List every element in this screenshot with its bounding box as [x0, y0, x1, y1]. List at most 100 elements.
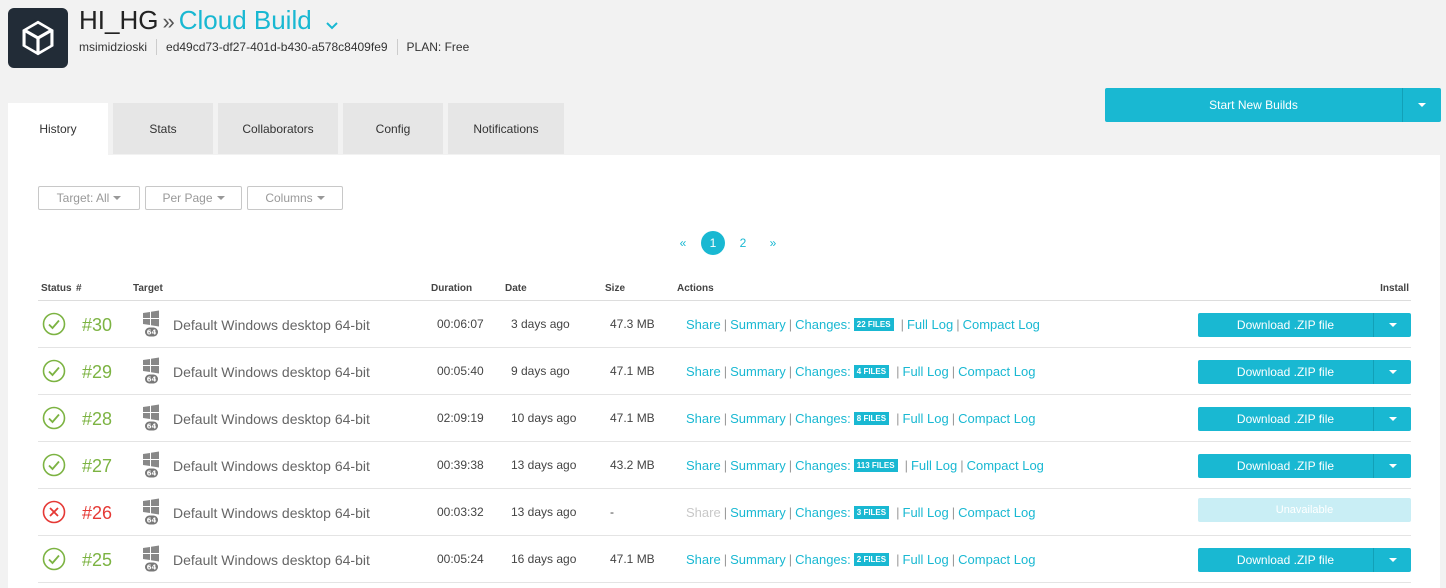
build-number-link[interactable]: #29 [82, 362, 112, 383]
title-separator: » [162, 9, 175, 34]
columns-dropdown[interactable]: Columns [247, 186, 343, 210]
download-zip-button[interactable]: Download .ZIP file [1198, 454, 1411, 478]
table-row: #26 64 Default Windows desktop 64-bit 00:03… [38, 489, 1411, 536]
start-new-builds-button[interactable]: Start New Builds [1105, 88, 1441, 122]
compact-log-link[interactable]: Compact Log [958, 364, 1035, 379]
target-filter-dropdown[interactable]: Target: All [38, 186, 140, 210]
header-duration[interactable]: Duration [431, 283, 472, 294]
download-zip-label[interactable]: Download .ZIP file [1198, 360, 1373, 384]
full-log-link[interactable]: Full Log [903, 364, 949, 379]
success-check-icon [42, 453, 66, 477]
start-new-builds-label[interactable]: Start New Builds [1105, 88, 1402, 122]
pagination-page-2[interactable]: 2 [728, 236, 758, 250]
summary-link[interactable]: Summary [730, 552, 786, 567]
changed-files-badge[interactable]: 113 FILES [853, 459, 898, 472]
svg-text:64: 64 [147, 376, 157, 384]
download-zip-button[interactable]: Download .ZIP file [1198, 360, 1411, 384]
download-dropdown-toggle[interactable] [1373, 313, 1411, 337]
unavailable-label: Unavailable [1275, 504, 1334, 516]
download-dropdown-toggle[interactable] [1373, 360, 1411, 384]
summary-link[interactable]: Summary [730, 505, 786, 520]
svg-text:64: 64 [147, 470, 157, 478]
changes-link[interactable]: Changes: [795, 317, 851, 332]
summary-link[interactable]: Summary [730, 458, 786, 473]
page-header: HI_HG» Cloud Build msimidzioski ed49cd73-… [0, 0, 1446, 80]
download-zip-label[interactable]: Download .ZIP file [1198, 313, 1373, 337]
share-link[interactable]: Share [686, 458, 721, 473]
tab-history[interactable]: History [8, 103, 108, 155]
download-zip-button[interactable]: Download .ZIP file [1198, 313, 1411, 337]
build-number-link[interactable]: #25 [82, 550, 112, 571]
per-page-dropdown[interactable]: Per Page [145, 186, 242, 210]
action-separator: | [904, 458, 908, 473]
action-separator: | [723, 317, 728, 332]
start-builds-dropdown-toggle[interactable] [1402, 88, 1441, 122]
full-log-link[interactable]: Full Log [903, 411, 949, 426]
share-link[interactable]: Share [686, 552, 721, 567]
share-link[interactable]: Share [686, 364, 721, 379]
changed-files-badge[interactable]: 22 FILES [853, 318, 894, 331]
pagination-page-1[interactable]: 1 [701, 231, 725, 255]
changes-link[interactable]: Changes: [795, 458, 851, 473]
changes-link[interactable]: Changes: [795, 411, 851, 426]
changes-link[interactable]: Changes: [795, 364, 851, 379]
compact-log-link[interactable]: Compact Log [967, 458, 1044, 473]
changes-link[interactable]: Changes: [795, 505, 851, 520]
download-zip-label[interactable]: Download .ZIP file [1198, 548, 1373, 572]
build-actions: Share | Summary | Changes: 113 FILES | Full Log… [686, 458, 1044, 473]
project-name[interactable]: Cloud Build [179, 5, 312, 35]
full-log-link[interactable]: Full Log [911, 458, 957, 473]
download-dropdown-toggle[interactable] [1373, 407, 1411, 431]
tab-config[interactable]: Config [343, 103, 443, 154]
download-dropdown-toggle[interactable] [1373, 548, 1411, 572]
download-zip-button[interactable]: Download .ZIP file [1198, 548, 1411, 572]
download-zip-label[interactable]: Download .ZIP file [1198, 454, 1373, 478]
changed-files-badge[interactable]: 4 FILES [853, 365, 890, 378]
project-id: ed49cd73-df27-401d-b430-a578c8409fe9 [166, 40, 388, 54]
build-size: 47.1 MB [610, 364, 655, 378]
compact-log-link[interactable]: Compact Log [958, 552, 1035, 567]
build-number-link[interactable]: #26 [82, 503, 112, 524]
changed-files-badge[interactable]: 8 FILES [853, 412, 890, 425]
pagination-next[interactable]: » [758, 236, 788, 250]
header-number[interactable]: # [76, 283, 82, 294]
unity-logo-icon[interactable] [8, 8, 68, 68]
full-log-link[interactable]: Full Log [903, 552, 949, 567]
build-number-link[interactable]: #28 [82, 409, 112, 430]
download-zip-label[interactable]: Download .ZIP file [1198, 407, 1373, 431]
changed-files-badge[interactable]: 3 FILES [853, 506, 890, 519]
compact-log-link[interactable]: Compact Log [958, 505, 1035, 520]
chevron-down-icon[interactable] [325, 5, 339, 39]
header-status[interactable]: Status [41, 283, 72, 294]
build-number-link[interactable]: #30 [82, 315, 112, 336]
tab-notifications[interactable]: Notifications [448, 103, 564, 154]
tab-stats[interactable]: Stats [113, 103, 213, 154]
full-log-link[interactable]: Full Log [907, 317, 953, 332]
success-check-icon [42, 547, 66, 571]
header-date[interactable]: Date [505, 283, 527, 294]
caret-down-icon [113, 196, 122, 200]
download-zip-button[interactable]: Download .ZIP file [1198, 407, 1411, 431]
pagination-prev[interactable]: « [668, 236, 698, 250]
share-link[interactable]: Share [686, 411, 721, 426]
build-number-link[interactable]: #27 [82, 456, 112, 477]
action-separator: | [956, 317, 960, 332]
org-name[interactable]: HI_HG [79, 5, 158, 35]
header-target[interactable]: Target [133, 283, 163, 294]
share-link[interactable]: Share [686, 317, 721, 332]
summary-link[interactable]: Summary [730, 411, 786, 426]
full-log-link[interactable]: Full Log [903, 505, 949, 520]
changes-link[interactable]: Changes: [795, 552, 851, 567]
compact-log-link[interactable]: Compact Log [958, 411, 1035, 426]
svg-text:64: 64 [147, 329, 157, 337]
build-date: 13 days ago [511, 458, 577, 472]
changed-files-badge[interactable]: 2 FILES [853, 553, 890, 566]
tab-collaborators[interactable]: Collaborators [218, 103, 338, 154]
header-size[interactable]: Size [605, 283, 625, 294]
summary-link[interactable]: Summary [730, 364, 786, 379]
download-dropdown-toggle[interactable] [1373, 454, 1411, 478]
compact-log-link[interactable]: Compact Log [963, 317, 1040, 332]
summary-link[interactable]: Summary [730, 317, 786, 332]
action-separator: | [900, 317, 904, 332]
action-separator: | [788, 505, 793, 520]
